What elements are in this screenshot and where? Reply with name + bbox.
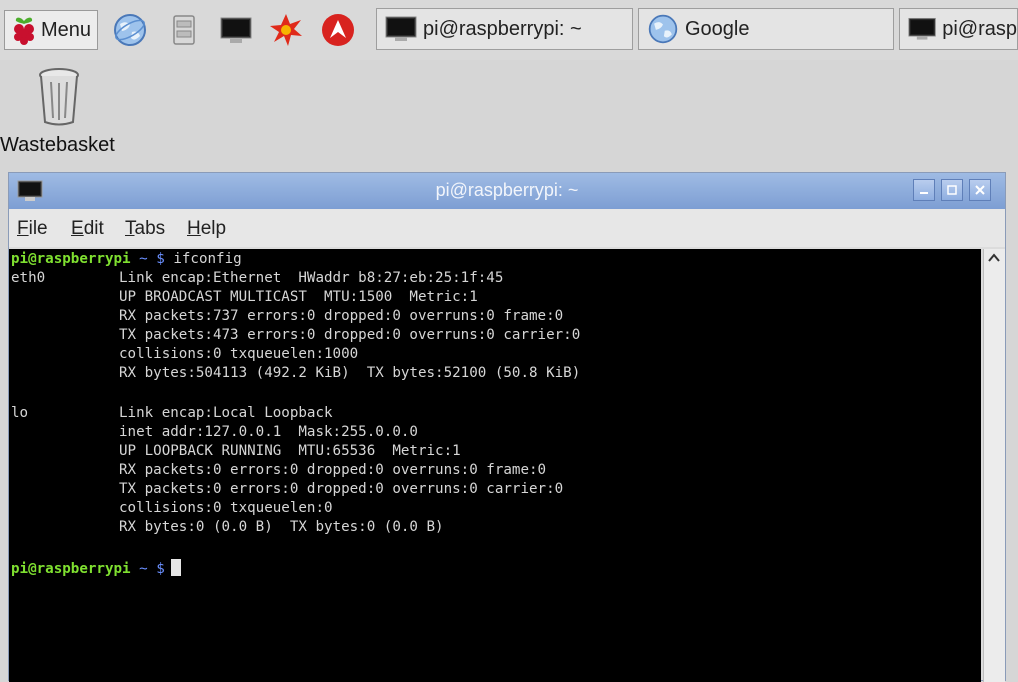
interface-detail: RX bytes:504113 (492.2 KiB) TX bytes:521… [119,365,581,381]
terminal-launcher[interactable] [218,12,254,48]
interface-detail: inet addr:127.0.0.1 Mask:255.0.0.0 [119,424,418,440]
close-icon [975,185,985,195]
prompt-symbol: $ [156,251,165,267]
terminal-icon [220,17,252,43]
text-cursor [170,559,181,576]
mathematica-icon [322,14,354,46]
prompt-symbol: $ [156,561,165,577]
web-browser-launcher[interactable] [112,12,148,48]
web-browser-icon [648,14,678,44]
menu-label: Menu [41,18,92,41]
prompt-path: ~ [139,561,148,577]
task-browser[interactable]: Google [638,8,894,50]
interface-detail: TX packets:473 errors:0 dropped:0 overru… [119,327,581,343]
interface-detail: Link encap:Ethernet HWaddr b8:27:eb:25:1… [119,270,504,286]
terminal-icon [908,17,936,40]
menu-button[interactable]: Menu [4,10,98,50]
menu-file[interactable]: File [17,218,48,240]
interface-name: eth0 [11,270,46,286]
task-label: Google [685,17,750,40]
prompt-path: ~ [139,251,148,267]
task-terminal-1[interactable]: pi@raspberrypi: ~ [376,8,633,50]
command-line: pi@raspberrypi ~ $ ifconfig [11,251,242,270]
maximize-icon [947,185,957,195]
interface-detail: Link encap:Local Loopback [119,405,333,421]
minimize-button[interactable] [913,179,935,201]
task-terminal-2[interactable]: pi@rasp [899,8,1018,50]
wolfram-launcher[interactable] [268,12,304,48]
task-label: pi@rasp [942,17,1017,40]
ifconfig-line: lo Link encap:Local Loopback [11,405,333,424]
taskbar: Menu pi@raspberrypi: ~ Google pi@rasp [0,0,1018,60]
file-manager-icon [173,15,195,45]
prompt-line: pi@raspberrypi ~ $ [11,559,181,578]
menu-edit[interactable]: Edit [71,218,104,240]
terminal-icon [385,16,417,41]
ifconfig-line: eth0 Link encap:Ethernet HWaddr b8:27:eb:… [11,270,503,289]
interface-detail: RX packets:737 errors:0 dropped:0 overru… [119,308,564,324]
menu-help[interactable]: Help [187,218,226,240]
interface-detail: UP LOOPBACK RUNNING MTU:65536 Metric:1 [119,443,461,459]
window-menubar: File Edit Tabs Help [9,209,1005,247]
maximize-button[interactable] [941,179,963,201]
wastebasket-desktop-icon[interactable]: Wastebasket [0,66,140,166]
interface-detail: RX packets:0 errors:0 dropped:0 overruns… [119,462,547,478]
terminal-output[interactable]: pi@raspberrypi ~ $ ifconfig eth0 Link enc… [9,249,981,682]
file-manager-launcher[interactable] [166,12,202,48]
prompt-user: pi@raspberrypi [11,561,131,577]
terminal-window: pi@raspberrypi: ~ File Edit Tabs Help pi… [8,172,1006,682]
trash-icon [39,68,79,126]
wolfram-icon [270,14,302,46]
menu-tabs[interactable]: Tabs [125,218,165,240]
terminal-scrollbar[interactable] [983,249,1005,682]
window-title: pi@raspberrypi: ~ [435,180,579,200]
window-titlebar[interactable]: pi@raspberrypi: ~ [9,173,1005,209]
interface-name: lo [11,405,29,421]
interface-detail: RX bytes:0 (0.0 B) TX bytes:0 (0.0 B) [119,519,444,535]
interface-detail: collisions:0 txqueuelen:1000 [119,346,359,362]
wastebasket-label: Wastebasket [0,134,115,156]
task-label: pi@raspberrypi: ~ [423,17,582,40]
interface-detail: UP BROADCAST MULTICAST MTU:1500 Metric:1 [119,289,478,305]
interface-detail: TX packets:0 errors:0 dropped:0 overruns… [119,481,564,497]
mathematica-launcher[interactable] [320,12,356,48]
minimize-icon [920,192,928,194]
command-text: ifconfig [173,251,242,267]
interface-detail: collisions:0 txqueuelen:0 [119,500,333,516]
raspberry-icon [14,17,34,45]
web-browser-icon [114,14,146,46]
close-button[interactable] [969,179,991,201]
prompt-user: pi@raspberrypi [11,251,131,267]
scroll-up-icon[interactable] [986,251,1002,265]
